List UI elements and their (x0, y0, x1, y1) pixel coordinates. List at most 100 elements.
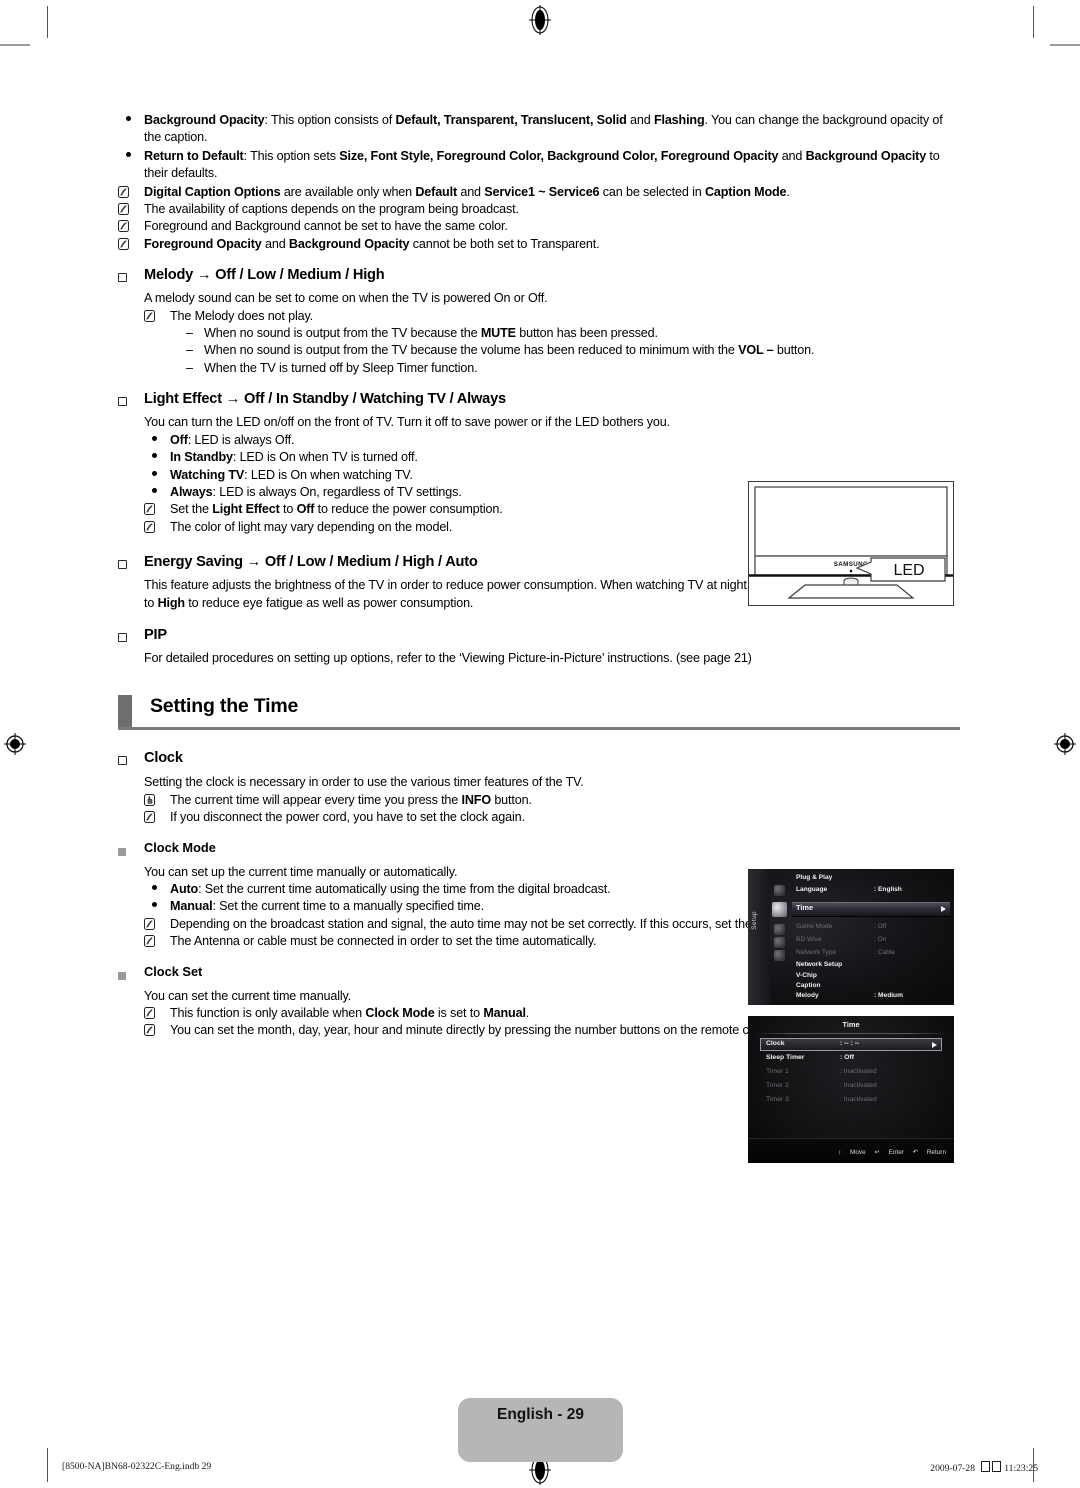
filled-square-bullet-icon (118, 963, 144, 985)
list-item: – When the TV is turned off by Sleep Tim… (174, 360, 960, 377)
section-heading-light-effect: Light Effect → Off / In Standby / Watchi… (118, 390, 960, 411)
tv-led-dot (849, 569, 853, 573)
note-icon (144, 809, 170, 824)
osd-title-divider (754, 1033, 948, 1034)
osd-row[interactable]: Language : English (796, 886, 948, 899)
missing-glyph-box (980, 1461, 990, 1472)
osd-row[interactable]: BD Wise : On (796, 936, 948, 949)
footer-timestamp: 2009-07-28 11:23:25 (930, 1461, 1038, 1474)
tv-led-figure: SAMSUNG LED (748, 481, 954, 606)
note-text: The Melody does not play. (170, 308, 314, 323)
osd-row[interactable]: Timer 2 : Inactivated (762, 1082, 940, 1095)
osd-rail (748, 869, 770, 1005)
heading-text: Energy Saving → Off / Low / Medium / Hig… (144, 554, 478, 571)
osd-footer-hints: ↕ Move ↵ Enter ↶ Return (831, 1149, 946, 1156)
osd-row[interactable]: Game Mode : Off (796, 923, 948, 936)
osd-hint-return[interactable]: ↶ Return (913, 1149, 946, 1156)
note-item: The current time will appear every time … (144, 792, 960, 809)
osd-row-key: Clock (766, 1040, 785, 1047)
osd-hint-move[interactable]: ↕ Move (838, 1149, 866, 1156)
filled-square-bullet-icon (118, 839, 144, 861)
heading-text: Clock (144, 750, 183, 767)
body-text: Setting the clock is necessary in order … (144, 775, 584, 790)
osd-row-value: : English (874, 886, 902, 893)
bullet-icon (118, 112, 144, 129)
heading-text: Light Effect → Off / In Standby / Watchi… (144, 391, 506, 408)
osd-row-value: : Medium (874, 992, 903, 999)
bullet-icon (144, 449, 170, 466)
osd-row-key: Sleep Timer (766, 1054, 805, 1061)
note-item: The availability of captions depends on … (118, 201, 960, 218)
note-icon (144, 308, 170, 322)
osd-title: Time (842, 1020, 860, 1029)
osd-icon-network (774, 950, 785, 961)
note-text: Digital Caption Options are available on… (144, 184, 790, 199)
osd-row-value: : On (874, 936, 887, 943)
note-icon (118, 218, 144, 233)
dash-text: When no sound is output from the TV beca… (204, 343, 815, 358)
osd-row-value: : Off (840, 1054, 854, 1061)
bullet-text: Return to Default: This option sets Size… (144, 148, 940, 181)
band-accent-bar (118, 695, 132, 728)
note-icon (144, 501, 170, 516)
square-bullet-icon (118, 749, 144, 770)
square-bullet-icon (118, 626, 144, 647)
osd-row-key: Network Type (796, 949, 837, 956)
bullet-icon (118, 148, 144, 165)
note-icon (144, 1005, 170, 1019)
note-icon (144, 1022, 170, 1037)
section-heading-pip: PIP (118, 626, 960, 647)
square-bullet-icon (118, 553, 144, 574)
osd-rail-label: Setup (751, 911, 758, 930)
list-item: Return to Default: This option sets Size… (118, 148, 960, 183)
body-text: For detailed procedures on setting up op… (144, 650, 752, 665)
footer-file-label: [8500-NA]BN68-02322C-Eng.indb 29 (62, 1461, 212, 1472)
osd-icon-plugplay (774, 885, 785, 896)
note-icon (118, 184, 144, 198)
square-bullet-icon (118, 390, 144, 411)
note-item: Foreground and Background cannot be set … (118, 218, 960, 235)
osd-row-key: V-Chip (796, 972, 817, 979)
list-item: In Standby: LED is On when TV is turned … (144, 449, 960, 466)
heading-text: PIP (144, 626, 167, 643)
section-heading-melody: Melody → Off / Low / Medium / High (118, 266, 960, 287)
osd-row[interactable]: Clock : -- : -- (762, 1040, 940, 1053)
osd-icon-time-gear[interactable] (772, 902, 787, 917)
osd-row[interactable]: Melody : Medium (796, 992, 948, 1005)
osd-row[interactable]: Timer 3 : Inactivated (762, 1096, 940, 1109)
dash-text: When no sound is output from the TV beca… (204, 326, 658, 341)
osd-row[interactable]: Timer 1 : Inactivated (762, 1068, 940, 1081)
led-callout-label: LED (893, 562, 924, 579)
term: Return to Default (144, 148, 244, 163)
bullet-icon (144, 881, 170, 898)
osd-row-key: Timer 2 (766, 1082, 789, 1089)
note-text: Foreground and Background cannot be set … (144, 219, 508, 234)
osd-hint-enter[interactable]: ↵ Enter (874, 1149, 903, 1156)
osd-row-value: : Inactivated (840, 1068, 877, 1075)
osd-row[interactable]: Sleep Timer : Off (762, 1054, 940, 1067)
osd-row[interactable]: Time (796, 904, 948, 916)
heading-text: Clock Set (144, 963, 203, 979)
section-heading-clock: Clock (118, 749, 960, 770)
osd-row-key: Game Mode (796, 923, 833, 930)
dash-icon: – (186, 343, 194, 358)
square-bullet-icon (118, 266, 144, 287)
band-title: Setting the Time (150, 695, 299, 718)
bullet-icon (144, 467, 170, 484)
osd-row-value: : Cable (874, 949, 895, 956)
manual-page: Background Opacity: This option consists… (0, 0, 1080, 1488)
note-icon (118, 236, 144, 250)
list-item: – When no sound is output from the TV be… (174, 342, 960, 359)
bullet-icon (144, 484, 170, 501)
tv-illustration: SAMSUNG LED (749, 486, 953, 599)
heading-text: Melody → Off / Low / Medium / High (144, 267, 385, 284)
dash-icon: – (186, 326, 194, 341)
page-number-label: English - 29 (497, 1406, 584, 1423)
dash-text: When the TV is turned off by Sleep Timer… (204, 360, 478, 375)
note-icon (118, 201, 144, 216)
osd-row-key: Time (796, 903, 814, 912)
list-item: Background Opacity: This option consists… (118, 112, 960, 147)
osd-icon-bdwise (774, 937, 785, 948)
osd-row-key: Timer 3 (766, 1096, 789, 1103)
footer-date: 2009-07-28 (930, 1463, 976, 1474)
